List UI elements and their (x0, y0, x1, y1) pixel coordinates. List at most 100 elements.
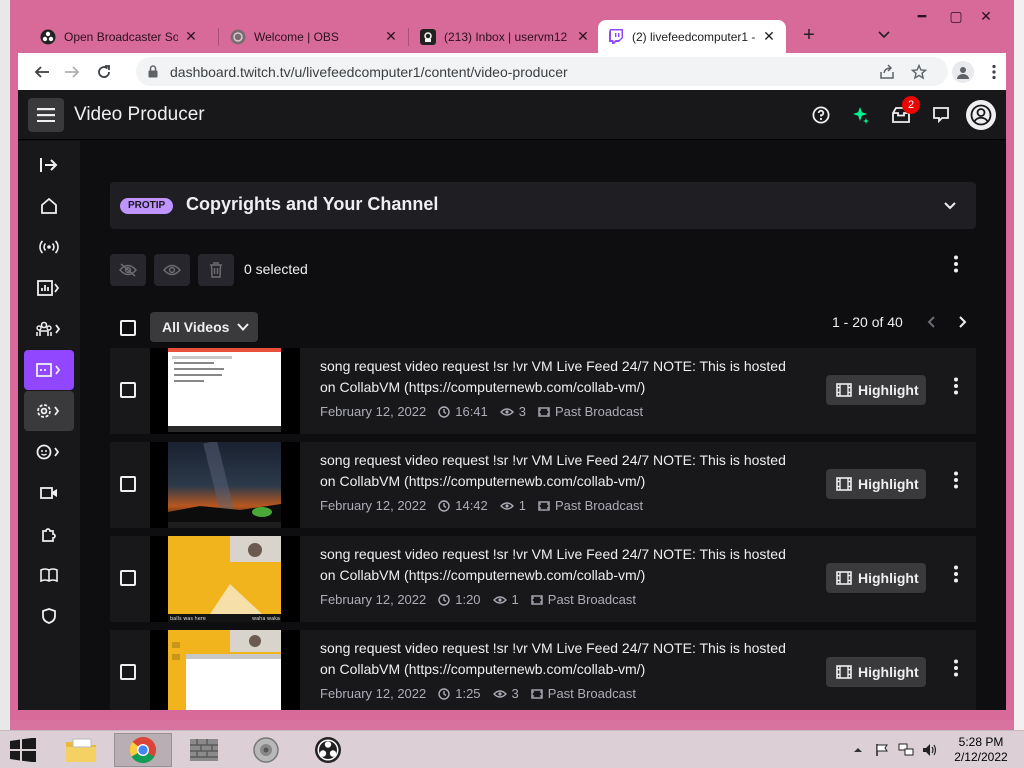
highlight-button[interactable]: Highlight (826, 657, 926, 687)
maximize-button[interactable]: ▢ (941, 8, 971, 25)
reload-icon[interactable] (94, 62, 114, 82)
more-options-icon[interactable] (946, 658, 966, 678)
whispers-icon[interactable] (930, 104, 952, 126)
viewer-rewards-icon[interactable] (24, 432, 74, 472)
video-camera-icon[interactable] (24, 473, 74, 513)
safety-shield-icon[interactable] (24, 596, 74, 636)
video-title[interactable]: song request video request !sr !vr VM Li… (320, 450, 790, 492)
bookmark-star-icon[interactable] (910, 63, 928, 81)
new-tab-button[interactable]: + (797, 24, 821, 47)
menu-hamburger-button[interactable] (28, 98, 64, 132)
bulk-more-options-icon[interactable] (946, 254, 966, 274)
video-row[interactable]: balls was here waha waka song request vi… (110, 536, 976, 622)
close-icon[interactable]: ✕ (576, 28, 590, 45)
highlight-button[interactable]: Highlight (826, 563, 926, 593)
chevron-down-icon[interactable] (942, 197, 958, 218)
hide-video-button[interactable] (110, 254, 146, 286)
show-hidden-icons-chevron-icon[interactable] (850, 743, 866, 757)
file-explorer-icon[interactable] (52, 733, 110, 767)
protip-banner[interactable]: PROTIP Copyrights and Your Channel (110, 182, 976, 229)
video-row[interactable]: song request video request !sr !vr VM Li… (110, 442, 976, 528)
video-filter-dropdown[interactable]: All Videos (150, 312, 258, 342)
close-icon[interactable]: ✕ (384, 28, 398, 45)
forward-arrow-icon[interactable] (62, 62, 82, 82)
tab-twitch-dashboard[interactable]: (2) livefeedcomputer1 - ✕ (598, 20, 786, 53)
speaker-app-icon[interactable] (237, 733, 295, 767)
video-thumbnail[interactable] (150, 442, 300, 528)
sparkle-icon[interactable] (850, 104, 872, 126)
tab-title: (213) Inbox | uservm12 (444, 29, 568, 44)
mail-icon (420, 28, 436, 45)
video-row[interactable]: song request video request !sr !vr VM Li… (110, 348, 976, 434)
tab-obs-software[interactable]: Open Broadcaster Softw ✕ (30, 20, 208, 53)
more-options-icon[interactable] (946, 470, 966, 490)
video-row[interactable]: song request video request !sr !vr VM Li… (110, 630, 976, 710)
action-center-flag-icon[interactable] (874, 743, 890, 757)
protip-tag: PROTIP (120, 198, 174, 214)
views-text: 3 (518, 404, 527, 419)
delete-video-button[interactable] (198, 254, 234, 286)
obs-taskbar-icon[interactable] (299, 733, 357, 767)
community-icon[interactable] (24, 309, 74, 349)
video-title[interactable]: song request video request !sr !vr VM Li… (320, 544, 790, 586)
thumbnail-caption: waha waka (252, 616, 280, 622)
content-icon[interactable] (24, 350, 74, 390)
user-avatar[interactable] (966, 100, 996, 130)
video-checkbox[interactable] (120, 570, 136, 586)
profile-icon[interactable] (952, 61, 974, 83)
twitch-icon (608, 29, 624, 45)
top-navigation-bar: Video Producer 2 (18, 90, 1006, 140)
volume-icon[interactable] (922, 743, 938, 757)
video-thumbnail[interactable]: balls was here waha waka (150, 536, 300, 622)
filter-label: All Videos (162, 319, 230, 335)
close-window-button[interactable]: ✕ (971, 8, 1001, 25)
publish-video-button[interactable] (154, 254, 190, 286)
tab-inbox[interactable]: (213) Inbox | uservm12 ✕ (410, 20, 600, 53)
next-page-chevron-icon[interactable] (954, 314, 970, 330)
more-options-icon[interactable] (946, 376, 966, 396)
tab-search-chevron-icon[interactable] (876, 26, 892, 42)
windows-start-icon[interactable] (10, 737, 36, 767)
settings-gear-icon[interactable] (24, 391, 74, 431)
chevron-down-icon (237, 323, 250, 331)
creator-camp-book-icon[interactable] (24, 555, 74, 595)
video-meta: February 12, 2022 16:41 3 Past Broadcast (320, 404, 655, 419)
help-icon[interactable] (810, 104, 832, 126)
tab-welcome-obs[interactable]: Welcome | OBS ✕ (220, 20, 408, 53)
video-duration: 1:20 (438, 592, 481, 607)
video-checkbox[interactable] (120, 382, 136, 398)
back-arrow-icon[interactable] (32, 62, 52, 82)
video-thumbnail[interactable] (150, 630, 300, 710)
video-title[interactable]: song request video request !sr !vr VM Li… (320, 356, 790, 398)
select-all-checkbox[interactable] (120, 320, 136, 336)
collapse-nav-arrow-icon[interactable] (24, 145, 74, 185)
kebab-menu-icon[interactable] (984, 62, 1004, 82)
firewall-app-icon[interactable] (175, 733, 233, 767)
tab-strip: Open Broadcaster Softw ✕ Welcome | OBS ✕… (10, 0, 1014, 53)
past-broadcast-icon (538, 406, 550, 417)
more-options-icon[interactable] (946, 564, 966, 584)
close-icon[interactable]: ✕ (762, 28, 776, 45)
lock-icon[interactable] (148, 65, 158, 83)
eye-icon (492, 689, 507, 698)
video-thumbnail[interactable] (150, 348, 300, 434)
chrome-icon[interactable] (114, 733, 172, 767)
video-checkbox[interactable] (120, 664, 136, 680)
video-checkbox[interactable] (120, 476, 136, 492)
highlight-button[interactable]: Highlight (826, 469, 926, 499)
address-bar[interactable]: dashboard.twitch.tv/u/livefeedcomputer1/… (136, 57, 948, 86)
taskbar-clock[interactable]: 5:28 PM 2/12/2022 (948, 735, 1014, 765)
type-text: Past Broadcast (555, 404, 644, 419)
highlight-button[interactable]: Highlight (826, 375, 926, 405)
twitch-dashboard-page: Video Producer 2 PROTIP Copyrights and Y… (18, 90, 1006, 710)
close-icon[interactable]: ✕ (184, 28, 198, 45)
stream-broadcast-icon[interactable] (24, 227, 74, 267)
extensions-puzzle-icon[interactable] (24, 514, 74, 554)
minimize-button[interactable]: ━ (907, 8, 937, 25)
home-icon[interactable] (24, 186, 74, 226)
share-icon[interactable] (878, 63, 896, 81)
video-title[interactable]: song request video request !sr !vr VM Li… (320, 638, 790, 680)
network-icon[interactable] (898, 743, 914, 757)
analytics-icon[interactable] (24, 268, 74, 308)
previous-page-chevron-icon[interactable] (924, 314, 940, 330)
